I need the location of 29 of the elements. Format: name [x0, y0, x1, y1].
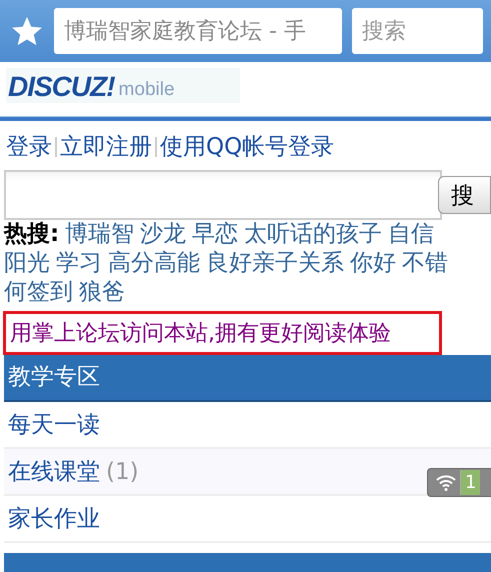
- hot-search-label: 热搜:: [4, 220, 60, 249]
- account-link[interactable]: 使用QQ帐号登录: [160, 131, 334, 162]
- hot-search-link[interactable]: 阳光: [4, 249, 50, 278]
- account-link[interactable]: 登录: [6, 131, 52, 162]
- logo: DISCUZ!mobile: [6, 68, 240, 103]
- forum-link[interactable]: 在线课堂: [8, 456, 100, 487]
- hot-search-link[interactable]: 学习: [56, 249, 102, 278]
- forum-link[interactable]: 家长作业: [8, 503, 100, 534]
- hot-search-link[interactable]: 博瑞智: [65, 220, 134, 249]
- search-field[interactable]: 搜索: [352, 8, 483, 54]
- hot-search-link[interactable]: 自信: [388, 220, 434, 249]
- hot-search-link[interactable]: 高分高能: [108, 249, 200, 278]
- hot-search-link[interactable]: 何签到: [4, 278, 73, 307]
- section-header: 教学专区: [4, 355, 491, 402]
- hot-search-link[interactable]: 太听话的孩子: [244, 220, 382, 249]
- hot-search-link[interactable]: 狼爸: [79, 278, 125, 307]
- search-input[interactable]: [4, 170, 442, 220]
- hot-search-link[interactable]: 良好亲子关系: [206, 249, 344, 278]
- post-count: (1): [106, 458, 139, 484]
- status-count: 1: [460, 470, 480, 495]
- hot-search-link[interactable]: 早恋: [192, 220, 238, 249]
- account-link[interactable]: 立即注册: [60, 131, 152, 162]
- hot-search-link[interactable]: 不错: [402, 249, 448, 278]
- hot-search-link[interactable]: 沙龙: [140, 220, 186, 249]
- wifi-icon: [436, 474, 456, 490]
- app-banner-link[interactable]: 用掌上论坛访问本站,拥有更好阅读体验: [3, 311, 442, 355]
- forum-link[interactable]: 每天一读: [8, 409, 100, 440]
- hot-search-link[interactable]: 你好: [350, 249, 396, 278]
- address-field[interactable]: 博瑞智家庭教育论坛 - 手: [54, 8, 342, 54]
